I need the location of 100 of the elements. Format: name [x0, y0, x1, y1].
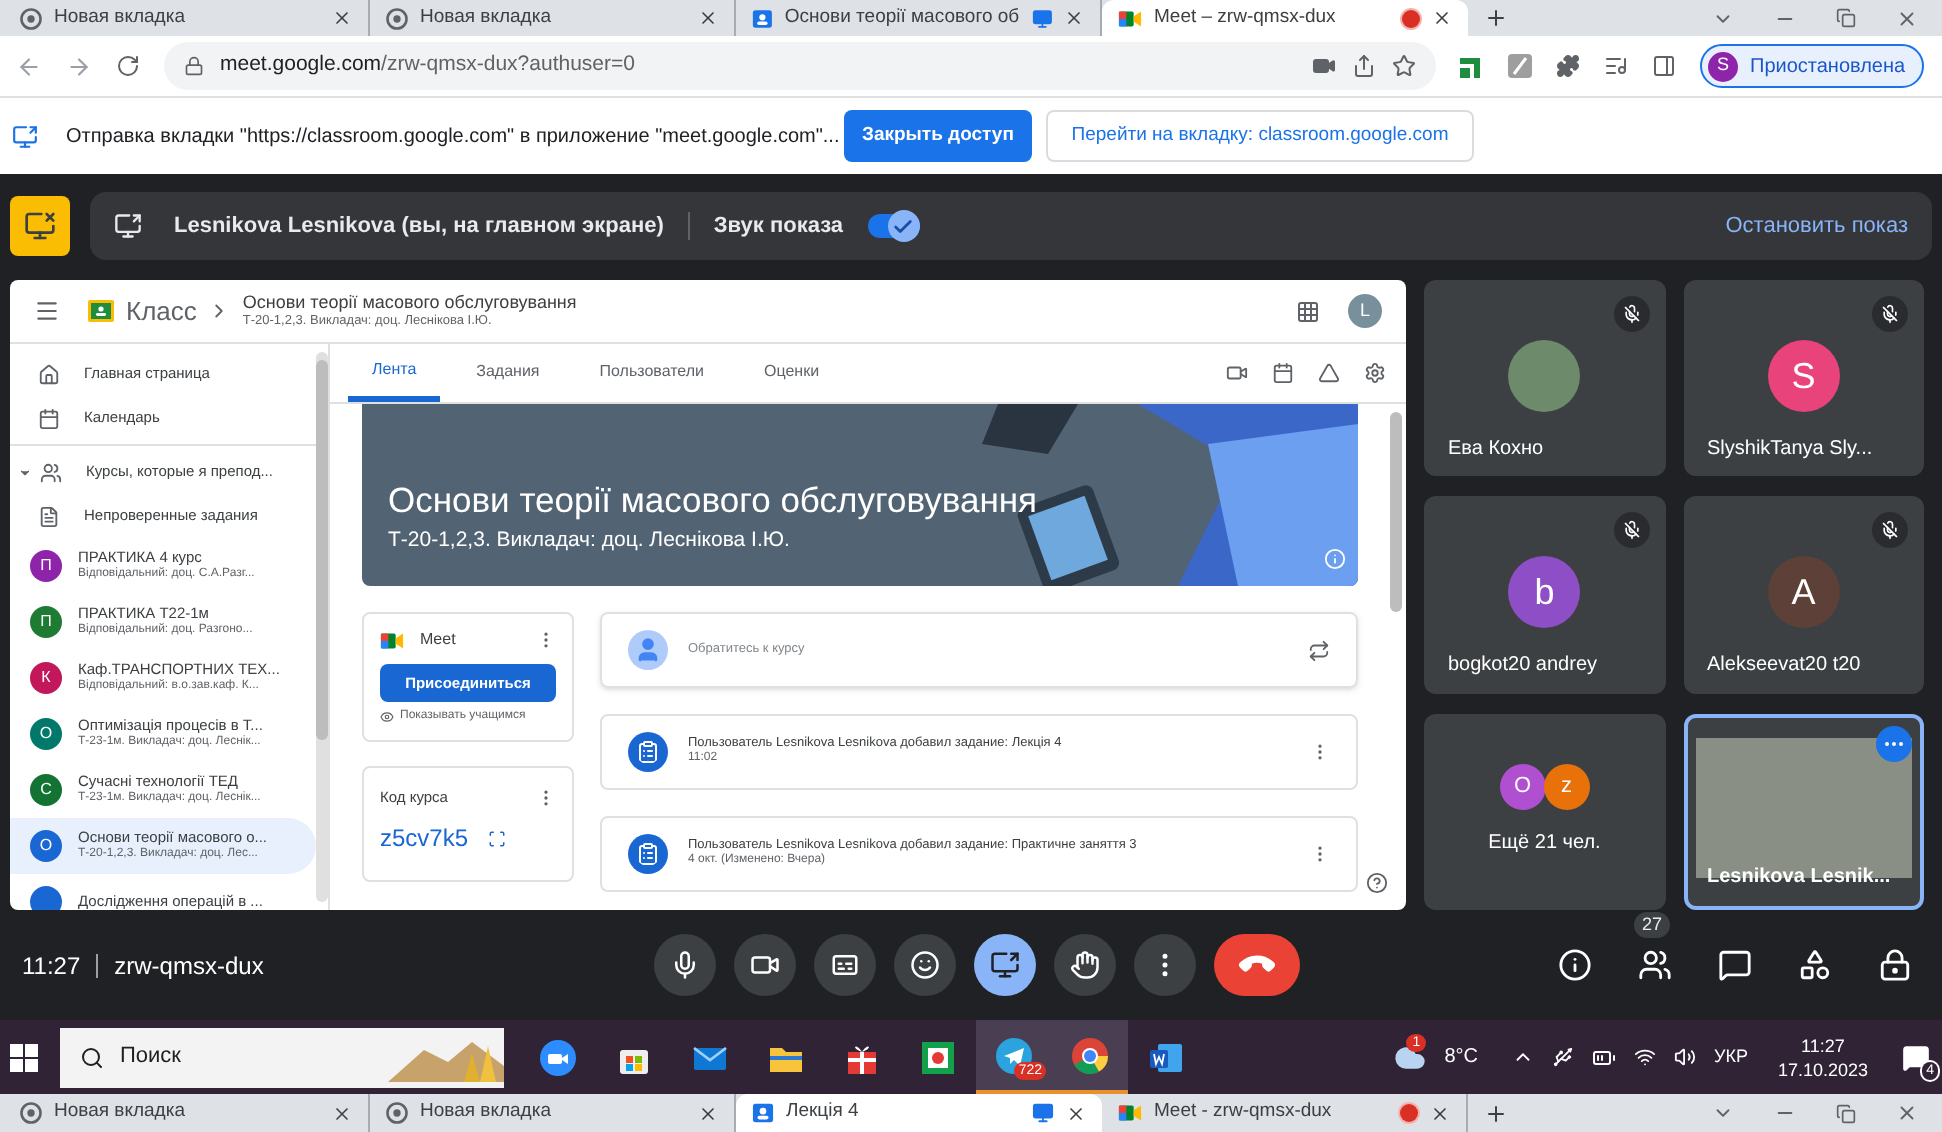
tab-close-icon[interactable] — [698, 8, 718, 28]
notifications-icon[interactable] — [1902, 1043, 1930, 1071]
address-field[interactable]: meet.google.com/zrw-qmsx-dux?authuser=0 — [164, 42, 1436, 90]
home-icon — [38, 363, 60, 385]
participant-avatar: S — [1767, 340, 1840, 412]
tab-close-icon[interactable] — [1430, 1103, 1450, 1123]
stop-presenting-link[interactable]: Остановить показ — [1725, 209, 1908, 243]
close-icon[interactable] — [1896, 1102, 1918, 1124]
camera-icon[interactable] — [1312, 54, 1336, 78]
stop-sharing-button[interactable]: Закрыть доступ — [844, 110, 1032, 162]
microphone-button[interactable] — [654, 934, 716, 996]
restore-icon[interactable] — [1836, 8, 1856, 28]
course-tab[interactable]: Задания — [452, 342, 564, 402]
participant-avatar: O — [1499, 763, 1546, 810]
settings-icon[interactable] — [1364, 362, 1386, 384]
participant-avatar: z — [1543, 763, 1590, 810]
tab-close-icon[interactable] — [332, 1103, 352, 1123]
participant-name: Ева Кохно — [1446, 436, 1544, 464]
captions-button[interactable] — [814, 934, 876, 996]
drive-icon[interactable] — [1318, 362, 1340, 384]
banner-subtitle: Т-20-1,2,3. Викладач: доц. Леснікова І.Ю. — [388, 526, 792, 557]
audio-switch[interactable] — [867, 214, 920, 238]
calendar-icon[interactable] — [1272, 362, 1294, 384]
help-icon[interactable] — [1366, 872, 1388, 894]
share-icon[interactable] — [1352, 54, 1376, 78]
profile-button[interactable]: S Приостановлена — [1700, 44, 1924, 88]
hang-up-button[interactable] — [1214, 934, 1300, 996]
emoji-button[interactable] — [894, 934, 956, 996]
course-avatar: П — [30, 606, 62, 638]
meeting-code: zrw-qmsx-dux — [114, 949, 264, 983]
tab-close-icon[interactable] — [698, 1103, 718, 1123]
camera-button[interactable] — [734, 934, 796, 996]
input-language[interactable]: УКР — [1713, 1043, 1748, 1071]
tab-close-icon[interactable] — [1063, 8, 1084, 28]
course-title: Основи теорії масового обслуговування — [242, 291, 577, 314]
battery-icon[interactable] — [1591, 1045, 1616, 1069]
assignment-icon — [628, 834, 668, 874]
browser-tab[interactable]: Meet - zrw-qmsx-dux — [1102, 1094, 1468, 1132]
back-icon[interactable] — [16, 53, 42, 79]
browser-tab[interactable]: Новая вкладка — [4, 1094, 370, 1132]
classroom-brand: Класс — [126, 293, 197, 330]
check-icon — [892, 215, 915, 237]
new-tab-icon[interactable] — [1484, 6, 1508, 30]
clock-date: 17.10.2023 — [1777, 1057, 1868, 1081]
globe-icon — [20, 7, 42, 29]
usb-icon[interactable] — [1551, 1046, 1574, 1068]
info-icon[interactable] — [1324, 548, 1346, 570]
media-list-icon[interactable] — [1604, 54, 1628, 78]
corner-extension-icon[interactable] — [1460, 54, 1484, 78]
course-avatar: К — [30, 662, 62, 694]
repost-icon[interactable] — [1308, 639, 1330, 661]
course-avatar: О — [30, 718, 62, 750]
switch-tab-button[interactable]: Перейти на вкладку: classroom.google.com — [1046, 110, 1474, 162]
extensions-icon[interactable] — [1556, 54, 1580, 78]
close-icon[interactable] — [1896, 7, 1918, 29]
apps-grid-icon[interactable] — [1296, 299, 1320, 323]
course-tab[interactable]: Пользователи — [575, 342, 728, 402]
tab-close-icon[interactable] — [1066, 1103, 1086, 1123]
fullscreen-icon[interactable] — [488, 829, 507, 848]
lock-icon — [184, 56, 204, 76]
browser-tab[interactable]: Лекція 4 — [736, 1094, 1102, 1132]
browser-tab[interactable]: Meet – zrw-qmsx-dux — [1102, 0, 1468, 36]
video-icon[interactable] — [1226, 362, 1248, 384]
side-panel-icon[interactable] — [1652, 54, 1676, 78]
present-button[interactable] — [974, 934, 1036, 996]
menu-icon[interactable] — [34, 298, 60, 324]
classroom-logo-icon — [88, 300, 114, 322]
temperature: 8°C — [1444, 1044, 1478, 1072]
tab-title: Новая вкладка — [420, 1098, 553, 1127]
avatar-photo-placeholder — [1508, 340, 1581, 412]
taskbar-search-field[interactable]: Поиск — [60, 1027, 504, 1087]
wifi-icon[interactable] — [1633, 1046, 1656, 1068]
participant-name: Lesnikova Lesnik... — [1707, 864, 1891, 892]
taskbar-app[interactable] — [1052, 1020, 1128, 1094]
profile-avatar: S — [1708, 51, 1738, 81]
course-tab[interactable]: Оценки — [739, 342, 844, 402]
dot-in-frame-app-icon — [918, 1037, 958, 1077]
raise-hand-button[interactable] — [1054, 934, 1116, 996]
globe-icon — [386, 7, 408, 29]
new-tab-icon[interactable] — [1484, 1102, 1508, 1126]
captions-icon — [830, 950, 860, 980]
participant-name: Alekseevat20 t20 — [1705, 652, 1861, 681]
participant-name: SlyshikTanya Sly... — [1705, 436, 1873, 464]
presentation-indicator-icon — [10, 196, 70, 256]
expand-caret-icon[interactable] — [18, 465, 32, 479]
participant-name: bogkot20 andrey — [1446, 652, 1598, 681]
tab-close-icon[interactable] — [1432, 8, 1452, 28]
forward-icon[interactable] — [66, 53, 92, 79]
globe-icon — [386, 1102, 408, 1124]
bookmark-star-icon[interactable] — [1392, 54, 1416, 78]
volume-icon[interactable] — [1673, 1046, 1696, 1068]
slash-extension-icon[interactable] — [1508, 54, 1532, 78]
people-icon — [1637, 948, 1671, 982]
present-screen-icon — [990, 950, 1020, 980]
screen-share-icon — [12, 123, 38, 149]
tile-options-icon[interactable] — [1876, 725, 1912, 762]
reload-icon[interactable] — [116, 54, 140, 78]
tab-close-icon[interactable] — [332, 8, 352, 28]
windows-start-icon[interactable] — [10, 1043, 38, 1071]
restore-icon[interactable] — [1836, 1103, 1856, 1123]
